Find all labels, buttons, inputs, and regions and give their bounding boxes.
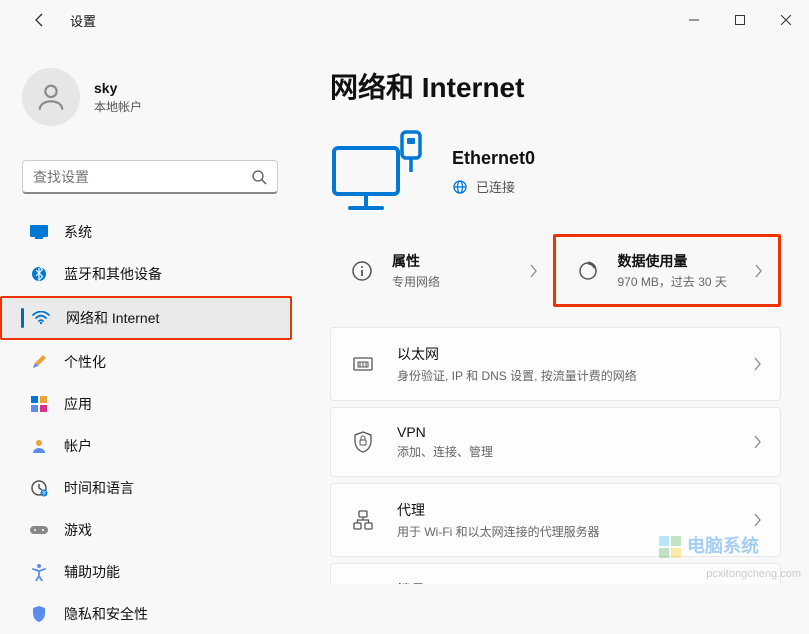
- clock-icon: 字: [30, 479, 48, 497]
- username: sky: [94, 80, 142, 96]
- minimize-button[interactable]: [671, 2, 717, 38]
- sidebar-item-label: 隐私和安全性: [64, 604, 148, 624]
- vpn-shield-icon: [349, 428, 377, 456]
- brush-icon: [30, 353, 48, 371]
- shield-icon: [30, 605, 48, 623]
- window-title: 设置: [70, 11, 96, 30]
- setting-title: 代理: [397, 500, 754, 520]
- setting-sub: 添加、连接、管理: [397, 443, 754, 460]
- sidebar: sky 本地帐户 系统 蓝牙和其他设备 网络和 Internet: [0, 40, 300, 584]
- connection-name: Ethernet0: [452, 148, 535, 169]
- sidebar-item-label: 游戏: [64, 520, 92, 540]
- properties-sub: 专用网络: [392, 273, 529, 290]
- sidebar-item-label: 个性化: [64, 352, 106, 372]
- sidebar-item-system[interactable]: 系统: [0, 212, 292, 252]
- sidebar-item-label: 网络和 Internet: [66, 308, 159, 328]
- chevron-right-icon: [529, 264, 539, 278]
- setting-title: 拨号: [397, 580, 754, 584]
- data-usage-card[interactable]: 数据使用量 970 MB，过去 30 天: [553, 234, 782, 307]
- bluetooth-icon: [30, 265, 48, 283]
- maximize-button[interactable]: [717, 2, 763, 38]
- svg-text:电脑系统: 电脑系统: [687, 535, 759, 556]
- close-button[interactable]: [763, 2, 809, 38]
- quick-settings-row: 属性 专用网络 数据使用量 970 MB，过去 30 天: [330, 234, 781, 307]
- titlebar: 设置: [0, 0, 809, 40]
- connection-status: 已连接: [452, 177, 535, 196]
- user-section[interactable]: sky 本地帐户: [0, 58, 300, 146]
- sidebar-item-accessibility[interactable]: 辅助功能: [0, 552, 292, 592]
- sidebar-item-accounts[interactable]: 帐户: [0, 426, 292, 466]
- gaming-icon: [30, 521, 48, 539]
- sidebar-item-label: 辅助功能: [64, 562, 120, 582]
- setting-sub: 身份验证, IP 和 DNS 设置, 按流量计费的网络: [397, 367, 754, 384]
- connection-header: Ethernet0 已连接: [330, 130, 781, 214]
- setting-ethernet[interactable]: 以太网 身份验证, IP 和 DNS 设置, 按流量计费的网络: [330, 327, 781, 401]
- watermark-text: pcxitongcheng.com: [706, 568, 801, 580]
- arrow-left-icon: [32, 12, 48, 28]
- sidebar-item-label: 蓝牙和其他设备: [64, 264, 162, 284]
- chevron-right-icon: [754, 357, 762, 371]
- svg-text:字: 字: [41, 490, 46, 497]
- properties-title: 属性: [392, 251, 529, 271]
- accessibility-icon: [30, 563, 48, 581]
- main-content: 网络和 Internet Ethernet0 已连接: [300, 40, 809, 584]
- connection-status-text: 已连接: [476, 177, 515, 196]
- sidebar-item-label: 系统: [64, 222, 92, 242]
- window-controls: [671, 2, 809, 38]
- nav-list: 系统 蓝牙和其他设备 网络和 Internet 个性化 应用 帐户: [0, 212, 300, 634]
- watermark-logo: 电脑系统: [659, 528, 789, 562]
- user-icon: [34, 80, 68, 114]
- apps-icon: [30, 395, 48, 413]
- chevron-right-icon: [754, 513, 762, 527]
- wifi-icon: [32, 309, 50, 327]
- account-type: 本地帐户: [94, 98, 142, 115]
- chevron-right-icon: [754, 264, 764, 278]
- setting-vpn[interactable]: VPN 添加、连接、管理: [330, 407, 781, 477]
- data-usage-sub: 970 MB，过去 30 天: [618, 273, 755, 290]
- sidebar-item-gaming[interactable]: 游戏: [0, 510, 292, 550]
- sidebar-item-network[interactable]: 网络和 Internet: [0, 296, 292, 340]
- sidebar-item-personalization[interactable]: 个性化: [0, 342, 292, 382]
- data-usage-icon: [570, 253, 606, 289]
- info-icon: [344, 253, 380, 289]
- setting-title: VPN: [397, 424, 754, 440]
- account-icon: [30, 437, 48, 455]
- data-usage-title: 数据使用量: [618, 251, 755, 271]
- sidebar-item-apps[interactable]: 应用: [0, 384, 292, 424]
- setting-title: 以太网: [397, 344, 754, 364]
- monitor-ethernet-icon: [330, 130, 424, 214]
- search-icon: [251, 169, 267, 185]
- system-icon: [30, 223, 48, 241]
- sidebar-item-privacy[interactable]: 隐私和安全性: [0, 594, 292, 634]
- proxy-icon: [349, 506, 377, 534]
- globe-icon: [452, 179, 468, 195]
- avatar: [22, 68, 80, 126]
- sidebar-item-label: 应用: [64, 394, 92, 414]
- sidebar-item-time-language[interactable]: 字 时间和语言: [0, 468, 292, 508]
- back-button[interactable]: [22, 2, 58, 38]
- page-title: 网络和 Internet: [330, 66, 781, 106]
- ethernet-icon: [349, 350, 377, 378]
- search-input[interactable]: [33, 169, 251, 185]
- sidebar-item-bluetooth[interactable]: 蓝牙和其他设备: [0, 254, 292, 294]
- chevron-right-icon: [754, 435, 762, 449]
- properties-card[interactable]: 属性 专用网络: [330, 234, 553, 307]
- search-box[interactable]: [22, 160, 278, 194]
- sidebar-item-label: 帐户: [64, 436, 92, 456]
- sidebar-item-label: 时间和语言: [64, 478, 134, 498]
